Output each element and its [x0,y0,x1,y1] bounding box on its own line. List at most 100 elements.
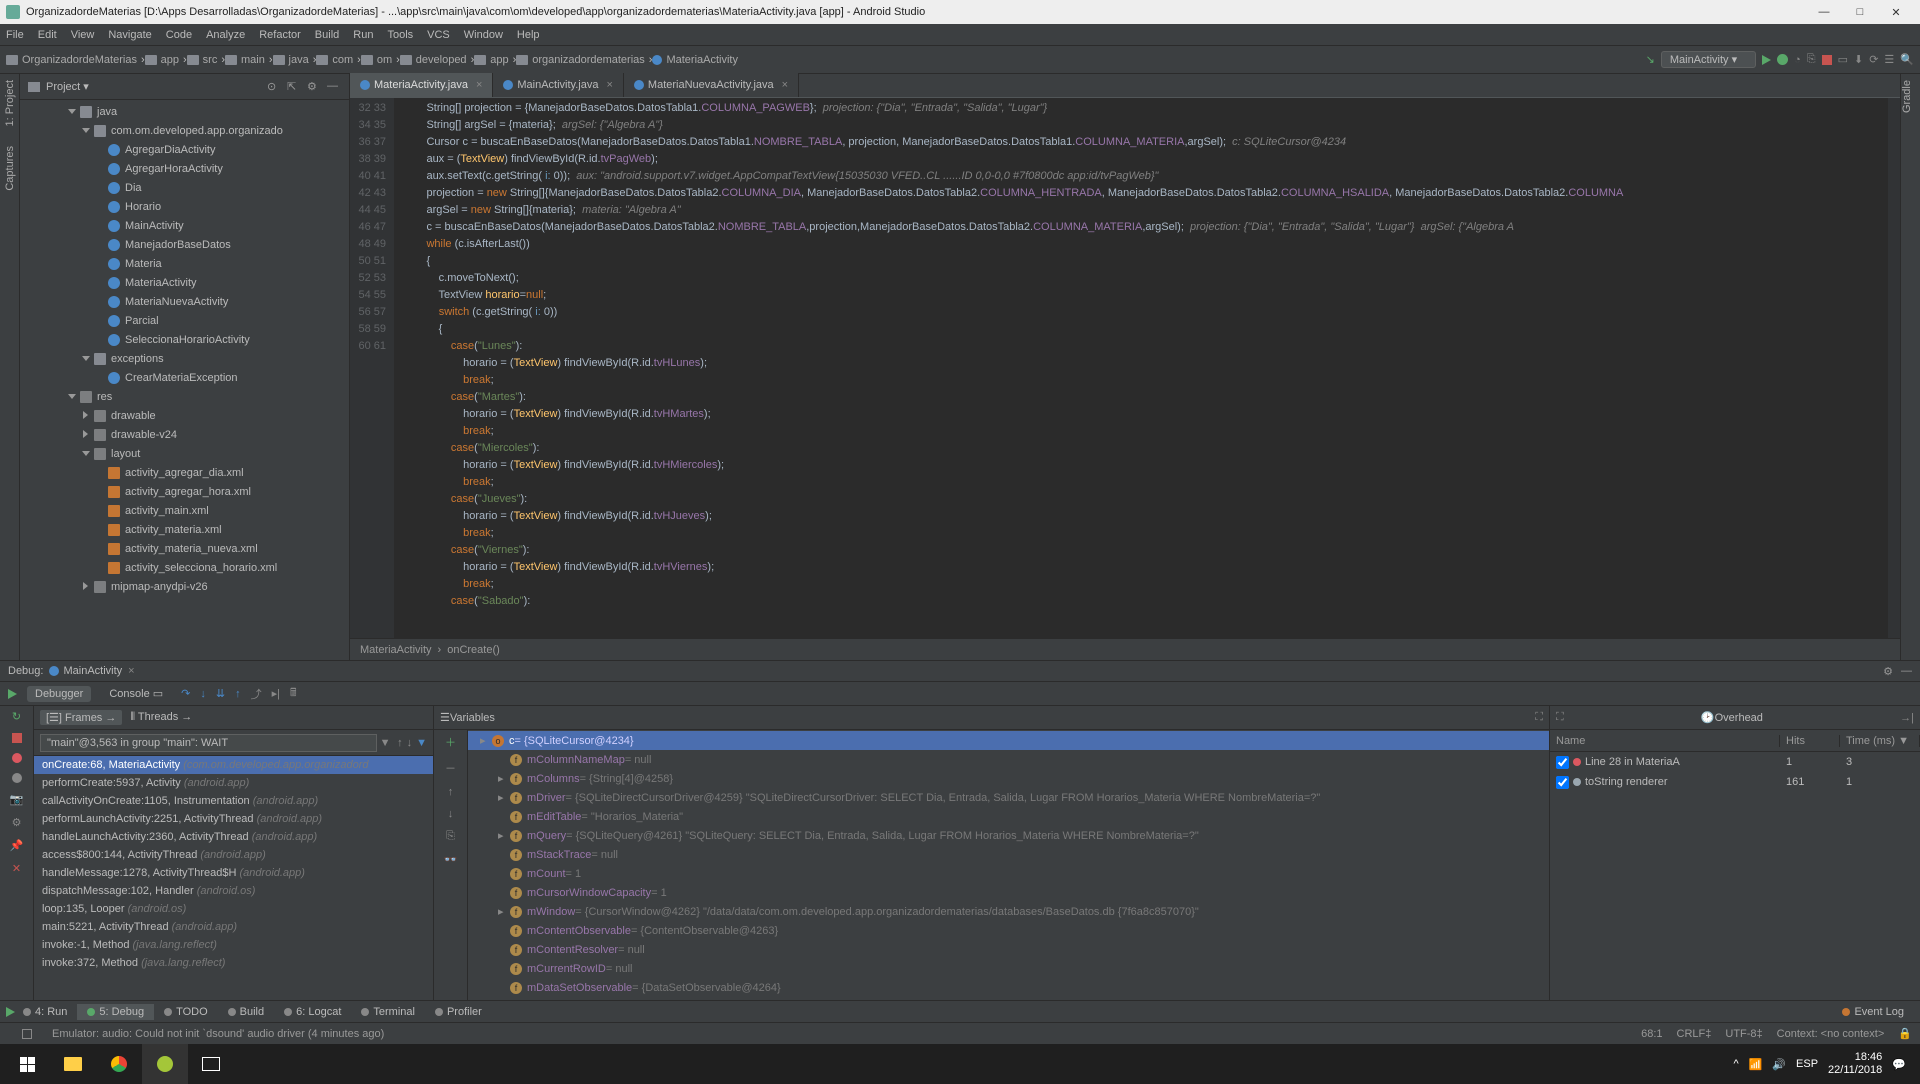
project-tree[interactable]: javacom.om.developed.app.organizadoAgreg… [20,100,349,660]
var-twistie-icon[interactable]: ▸ [498,772,510,785]
prev-frame-icon[interactable]: ↑ [397,737,403,749]
taskbar-androidstudio[interactable] [142,1044,188,1084]
tree-node[interactable]: activity_materia.xml [20,520,349,539]
overhead-check[interactable] [1556,776,1569,789]
debug-hide-icon[interactable]: — [1901,665,1912,677]
variable-row[interactable]: fmEditTable = "Horarios_Materia" [468,807,1549,826]
tree-twistie-icon[interactable] [82,449,92,459]
variable-row[interactable]: fmCount = 1 [468,864,1549,883]
menu-refactor[interactable]: Refactor [259,29,301,41]
tray-wifi-icon[interactable]: 📶 [1749,1058,1763,1071]
tree-node[interactable]: activity_agregar_dia.xml [20,463,349,482]
close-session-icon[interactable]: × [128,665,134,677]
close-tab-icon[interactable]: × [782,79,788,91]
tree-node[interactable]: AgregarHoraActivity [20,159,349,178]
attach-icon[interactable]: ⎘ [1807,53,1816,66]
variable-row[interactable]: fmContentObservable = {ContentObservable… [468,921,1549,940]
editor-tab[interactable]: MateriaActivity.java× [350,73,493,97]
breadcrumb-1[interactable]: app [145,54,179,66]
view-breakpoints-icon[interactable] [12,753,22,763]
sidebar-tab-project[interactable]: 1: Project [4,80,16,126]
tree-node[interactable]: activity_materia_nueva.xml [20,539,349,558]
start-button[interactable] [4,1044,50,1084]
status-lock-icon[interactable]: 🔒 [1898,1027,1912,1040]
frame-row[interactable]: dispatchMessage:102, Handler (android.os… [34,882,433,900]
editor-tab[interactable]: MateriaNuevaActivity.java× [624,73,799,97]
tree-node[interactable]: Dia [20,178,349,197]
tree-node[interactable]: activity_selecciona_horario.xml [20,558,349,577]
tray-volume-icon[interactable]: 🔊 [1772,1058,1786,1071]
breadcrumb-3[interactable]: main [225,54,265,66]
frame-row[interactable]: handleMessage:1278, ActivityThread$H (an… [34,864,433,882]
breadcrumb-6[interactable]: om [361,54,392,66]
debug-session[interactable]: MainActivity [63,665,122,677]
tree-node[interactable]: CrearMateriaException [20,368,349,387]
breadcrumb-9[interactable]: organizadordematerias [516,54,645,66]
variables-tree[interactable]: ▸oc = {SQLiteCursor@4234}fmColumnNameMap… [468,730,1549,1000]
tree-node[interactable]: exceptions [20,349,349,368]
tree-node[interactable]: drawable-v24 [20,425,349,444]
maximize-button[interactable]: □ [1842,6,1878,18]
thread-dropdown-icon[interactable]: ▼ [377,737,393,749]
bottom-tab[interactable]: 5: Debug [77,1004,154,1020]
tree-twistie-icon[interactable] [82,354,92,364]
col-time[interactable]: Time (ms) ▼ [1840,735,1920,747]
settings2-icon[interactable]: ⚙ [12,816,22,829]
menu-navigate[interactable]: Navigate [108,29,151,41]
mute-breakpoints-icon[interactable] [12,773,22,783]
col-hits[interactable]: Hits [1780,735,1840,747]
frames-tab[interactable]: [☰] Frames → [40,710,122,725]
tree-twistie-icon[interactable] [82,411,92,421]
frames-list[interactable]: onCreate:68, MateriaActivity (com.om.dev… [34,756,433,1000]
status-context[interactable]: Context: <no context> [1777,1028,1885,1040]
bottom-tab[interactable]: Build [218,1004,274,1020]
tree-node[interactable]: MateriaNuevaActivity [20,292,349,311]
menu-analyze[interactable]: Analyze [206,29,245,41]
up-watch-icon[interactable]: ↑ [448,786,454,798]
breadcrumb-4[interactable]: java [273,54,309,66]
breadcrumb-7[interactable]: developed [400,54,467,66]
menu-run[interactable]: Run [353,29,373,41]
variable-row[interactable]: fmStackTrace = null [468,845,1549,864]
project-combo[interactable]: Project ▾ [46,80,89,93]
collapse-all-icon[interactable]: ⇱ [287,80,301,94]
duplicate-watch-icon[interactable]: ⎘ [446,830,455,843]
overhead-expand-icon[interactable]: ⛶ [1556,711,1564,724]
tree-node[interactable]: res [20,387,349,406]
remove-watch-icon[interactable]: － [445,760,456,776]
variable-row[interactable]: fmCurrentRowID = null [468,959,1549,978]
menu-edit[interactable]: Edit [38,29,57,41]
drop-frame-icon[interactable]: ⤴ [251,686,262,702]
evaluate-icon[interactable]: 🖩 [290,684,297,703]
var-twistie-icon[interactable]: ▸ [498,829,510,842]
structure-icon[interactable]: ☰ [1884,53,1894,66]
crumb-method[interactable]: onCreate() [447,644,500,656]
tree-node[interactable]: SeleccionaHorarioActivity [20,330,349,349]
bottom-tab[interactable]: Profiler [425,1004,492,1020]
tree-node[interactable]: MainActivity [20,216,349,235]
frame-row[interactable]: handleLaunchActivity:2360, ActivityThrea… [34,828,433,846]
tree-node[interactable]: activity_main.xml [20,501,349,520]
tree-twistie-icon[interactable] [68,392,78,402]
tree-node[interactable]: activity_agregar_hora.xml [20,482,349,501]
var-twistie-icon[interactable]: ▸ [498,905,510,918]
overhead-row[interactable]: toString renderer1611 [1550,772,1920,792]
tree-node[interactable]: java [20,102,349,121]
col-name[interactable]: Name [1550,735,1780,747]
menu-window[interactable]: Window [464,29,503,41]
menu-code[interactable]: Code [166,29,192,41]
variable-row[interactable]: fmColumnNameMap = null [468,750,1549,769]
resume-icon[interactable] [8,689,17,699]
sidebar-tab-gradle[interactable]: Gradle [1901,80,1913,113]
variable-row[interactable]: ▸fmQuery = {SQLiteQuery@4261} "SQLiteQue… [468,826,1549,845]
tree-node[interactable]: Horario [20,197,349,216]
taskbar-chrome[interactable] [96,1044,142,1084]
tree-node[interactable]: layout [20,444,349,463]
down-watch-icon[interactable]: ↓ [448,808,454,820]
frame-row[interactable]: loop:135, Looper (android.os) [34,900,433,918]
filter-frames-icon[interactable]: ▼ [416,737,427,749]
menu-tools[interactable]: Tools [387,29,413,41]
tree-node[interactable]: mipmap-anydpi-v26 [20,577,349,596]
console-tab[interactable]: Console ▭ [101,685,171,702]
close-debug-icon[interactable]: ✕ [12,862,21,875]
